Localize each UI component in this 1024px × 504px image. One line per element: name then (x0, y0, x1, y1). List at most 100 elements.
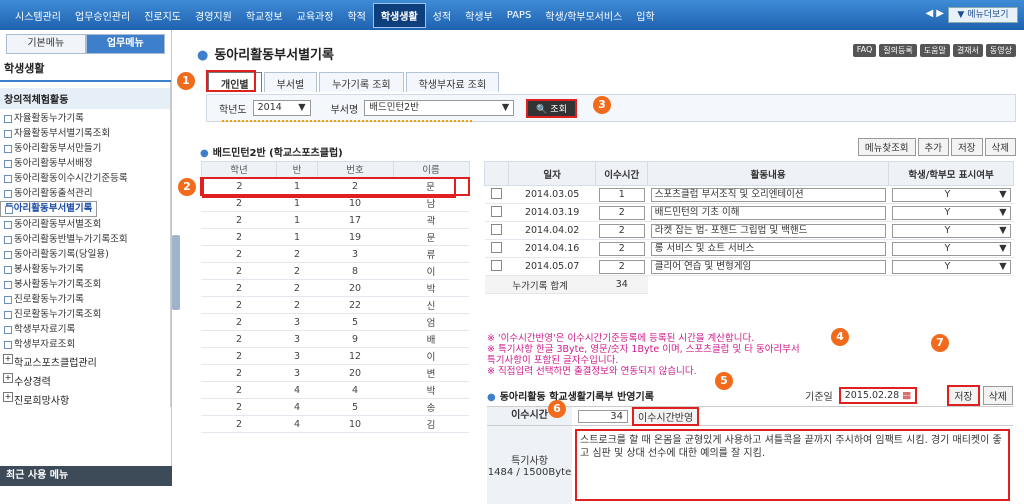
dept-select[interactable]: 배드민턴2반 ▼ (364, 100, 515, 116)
left-menu-item[interactable]: 동아리활동부서별기록 (0, 201, 98, 217)
panel-splitter[interactable] (172, 235, 180, 310)
nav-item-7[interactable]: 학생생활 (372, 2, 426, 28)
table-row[interactable]: 2014.04.16 2 롱 서비스 및 쇼트 서비스 Y ▼ (484, 239, 1014, 258)
tab-2[interactable]: 누가기록 조회 (319, 72, 404, 92)
help-button-1[interactable]: 질의등록 (879, 44, 917, 57)
tab-3[interactable]: 학생부자료 조회 (405, 72, 500, 92)
nav-item-9[interactable]: 학생부 (458, 8, 500, 23)
search-button[interactable]: 🔍 조회 (526, 98, 577, 118)
nav-arrows-icon[interactable]: ◀ ▶ (925, 8, 944, 19)
table-row[interactable]: 2014.04.02 2 라켓 잡는 법- 포핸드 그립법 및 백핸드 Y ▼ (484, 221, 1014, 240)
menu-category[interactable]: 창의적체험활동 (0, 88, 170, 109)
recent-menu-bar[interactable]: 최근 사용 메뉴 (0, 466, 172, 486)
action-button-3[interactable]: 삭제 (984, 138, 1016, 156)
nav-item-10[interactable]: PAPS (500, 10, 539, 21)
help-button-2[interactable]: 도움말 (919, 44, 950, 57)
display-select[interactable]: Y ▼ (891, 223, 1011, 238)
help-button-4[interactable]: 동영상 (985, 44, 1016, 57)
left-menu-item[interactable]: 자율활동부서별기록조회 (0, 126, 170, 141)
left-menu-item[interactable]: 동아리활동반별누가기록조회 (0, 232, 170, 247)
hours-input[interactable]: 2 (598, 241, 645, 256)
content-input[interactable]: 클리어 연습 및 변형게임 (650, 259, 886, 274)
left-menu-item[interactable]: 학생부자료기록 (0, 322, 170, 337)
delete-button[interactable]: 삭제 (982, 385, 1013, 405)
nav-item-2[interactable]: 진로지도 (137, 8, 188, 23)
action-button-2[interactable]: 저장 (951, 138, 983, 156)
action-button-0[interactable]: 메뉴찾조회 (857, 138, 916, 156)
display-select[interactable]: Y ▼ (891, 187, 1011, 202)
content-input[interactable]: 라켓 잡는 법- 포핸드 그립법 및 백핸드 (650, 223, 886, 238)
tab-work-menu[interactable]: 업무메뉴 (85, 34, 165, 54)
table-row[interactable]: 2 1 17 곽 (201, 211, 469, 229)
row-checkbox[interactable] (491, 259, 502, 271)
calendar-icon[interactable]: ▦ (902, 390, 911, 401)
year-select[interactable]: 2014 ▼ (252, 100, 311, 116)
left-menu-item[interactable]: 진로활동누가기록 (0, 292, 170, 307)
table-row[interactable]: 2 4 10 김 (201, 415, 469, 433)
menu-more-button[interactable]: ▼ 메뉴더보기 (948, 7, 1018, 23)
nav-item-1[interactable]: 업무승인관리 (68, 8, 137, 23)
base-date-input[interactable]: 2015.02.28 ▦ (838, 386, 918, 404)
row-checkbox[interactable] (491, 241, 502, 253)
left-menu-group[interactable]: 학교스포츠클럽관리 (0, 352, 170, 371)
table-row[interactable]: 2 2 22 신 (201, 296, 469, 314)
left-menu-item[interactable]: 봉사활동누가기록조회 (0, 277, 170, 292)
checkbox-cell[interactable] (484, 185, 509, 204)
content-input[interactable]: 롱 서비스 및 쇼트 서비스 (650, 241, 886, 256)
left-menu-item[interactable]: 동아리활동출석관리 (0, 186, 170, 201)
table-row[interactable]: 245송 (201, 398, 469, 416)
row-checkbox[interactable] (491, 223, 502, 235)
nav-item-12[interactable]: 입학 (629, 8, 661, 23)
left-menu-item[interactable]: 동아리활동부서별조회 (0, 217, 170, 232)
left-menu-group[interactable]: 진로희망사항 (0, 390, 170, 407)
table-row[interactable]: 239배 (201, 330, 469, 348)
tab-basic-menu[interactable]: 기본메뉴 (6, 34, 86, 54)
display-select[interactable]: Y ▼ (891, 241, 1011, 256)
table-row[interactable]: 223류 (201, 245, 469, 263)
nav-item-4[interactable]: 학교정보 (239, 8, 290, 23)
row-checkbox[interactable] (491, 205, 502, 217)
nav-item-6[interactable]: 학적 (340, 8, 372, 23)
apply-hours-button[interactable]: 이수시간반영 (632, 406, 700, 426)
checkbox-cell[interactable] (484, 203, 509, 222)
table-row[interactable]: 244박 (201, 381, 469, 399)
left-menu-item[interactable]: 자율활동누가기록 (0, 111, 170, 126)
left-menu-item[interactable]: 학생부자료조회 (0, 337, 170, 352)
hours-input[interactable]: 2 (598, 223, 645, 238)
table-row[interactable]: 228이 (201, 262, 469, 280)
table-row[interactable]: 2014.03.19 2 배드민턴의 기초 이해 Y ▼ (484, 203, 1014, 222)
content-input[interactable]: 배드민턴의 기초 이해 (650, 205, 886, 220)
nav-item-8[interactable]: 성적 (426, 8, 458, 23)
table-row[interactable]: 2 3 20 변 (201, 364, 469, 382)
display-select[interactable]: Y ▼ (891, 259, 1011, 274)
table-row[interactable]: 2014.05.07 2 클리어 연습 및 변형게임 Y ▼ (484, 257, 1014, 276)
table-row[interactable]: 2 2 20 박 (201, 279, 469, 297)
content-input[interactable]: 스포츠클럽 부서조직 및 오리엔테이션 (650, 187, 886, 202)
display-select[interactable]: Y ▼ (891, 205, 1011, 220)
nav-item-0[interactable]: 시스템관리 (8, 8, 68, 23)
left-menu-item[interactable]: 동아리활동기록(당일용) (0, 247, 170, 262)
table-row[interactable]: 235엄 (201, 313, 469, 331)
hours-input[interactable]: 34 (578, 409, 628, 423)
hours-input[interactable]: 2 (598, 205, 645, 220)
nav-item-3[interactable]: 경영지원 (188, 8, 239, 23)
table-row[interactable]: 2014.03.05 1 스포츠클럽 부서조직 및 오리엔테이션 Y ▼ (484, 185, 1014, 204)
help-button-0[interactable]: FAQ (852, 44, 877, 57)
checkbox-cell[interactable] (484, 221, 509, 240)
left-menu-item[interactable]: 봉사활동누가기록 (0, 262, 170, 277)
select-all-checkbox[interactable] (484, 161, 509, 186)
left-menu-item[interactable]: 동아리활동부서배정 (0, 156, 170, 171)
checkbox-cell[interactable] (484, 257, 509, 276)
action-button-1[interactable]: 추가 (917, 138, 950, 156)
nav-item-5[interactable]: 교육과정 (290, 8, 341, 23)
special-textarea[interactable]: 스트로크를 할 때 온몸을 균형있게 사용하고 셔틀콕을 끝까지 주시하여 임팩… (575, 429, 1010, 501)
save-button[interactable]: 저장 (947, 384, 980, 406)
help-button-3[interactable]: 결재서 (952, 44, 983, 57)
hours-input[interactable]: 2 (598, 259, 645, 274)
tab-1[interactable]: 부서별 (263, 72, 318, 92)
table-row[interactable]: 2 3 12 이 (201, 347, 469, 365)
hours-input[interactable]: 1 (598, 187, 645, 202)
left-menu-group[interactable]: 수상경력 (0, 371, 170, 390)
row-checkbox[interactable] (491, 187, 502, 199)
nav-item-11[interactable]: 학생/학부모서비스 (538, 8, 629, 23)
